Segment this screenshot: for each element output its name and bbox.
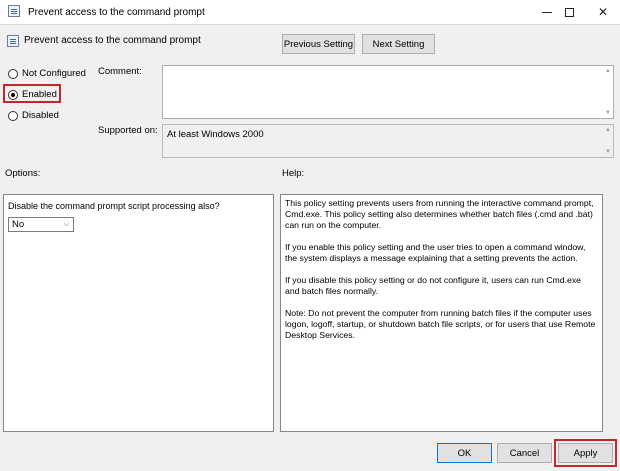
scroll-up-icon[interactable]: ▲	[605, 68, 611, 74]
help-label: Help:	[282, 168, 305, 179]
scroll-down-icon[interactable]: ▼	[605, 149, 611, 155]
supported-on-label: Supported on:	[98, 125, 158, 136]
not-configured-radio[interactable]: Not Configured	[8, 68, 86, 79]
window-title: Prevent access to the command prompt	[28, 7, 205, 18]
script-processing-select[interactable]: No ⌵	[8, 217, 74, 232]
ok-button[interactable]: OK	[437, 443, 492, 463]
radio-label: Enabled	[22, 89, 57, 100]
radio-label: Not Configured	[22, 68, 86, 79]
chevron-down-icon: ⌵	[63, 221, 69, 228]
scroll-down-icon[interactable]: ▼	[605, 110, 611, 116]
close-icon: ✕	[597, 5, 609, 19]
help-paragraph: If you disable this policy setting or do…	[285, 275, 582, 296]
help-paragraph: Note: Do not prevent the computer from r…	[285, 308, 596, 340]
minimize-icon	[542, 11, 552, 13]
radio-label: Disabled	[22, 110, 59, 121]
policy-icon	[8, 5, 20, 17]
enabled-radio[interactable]: Enabled	[8, 89, 57, 100]
setting-name: Prevent access to the command prompt	[24, 35, 201, 46]
comment-field[interactable]: ▲ ▼	[162, 65, 614, 119]
maximize-button[interactable]	[552, 0, 586, 24]
select-value: No	[12, 219, 25, 230]
options-label: Options:	[5, 168, 41, 179]
next-setting-button[interactable]: Next Setting	[362, 34, 435, 54]
title-bar: Prevent access to the command prompt ✕	[0, 0, 620, 25]
help-paragraph: This policy setting prevents users from …	[285, 198, 594, 230]
help-paragraph: If you enable this policy setting and th…	[285, 242, 586, 263]
comment-label: Comment:	[98, 66, 142, 77]
supported-on-field: At least Windows 2000 ▲ ▼	[162, 124, 614, 158]
radio-circle[interactable]	[8, 68, 18, 79]
policy-icon	[7, 35, 19, 47]
radio-circle[interactable]	[8, 89, 18, 100]
help-text: This policy setting prevents users from …	[285, 198, 597, 352]
maximize-icon	[564, 7, 574, 17]
close-button[interactable]: ✕	[586, 0, 620, 24]
scroll-up-icon[interactable]: ▲	[605, 127, 611, 133]
disabled-radio[interactable]: Disabled	[8, 110, 59, 121]
help-panel: This policy setting prevents users from …	[280, 194, 603, 432]
cancel-button[interactable]: Cancel	[497, 443, 552, 463]
options-panel: Disable the command prompt script proces…	[3, 194, 274, 432]
options-question: Disable the command prompt script proces…	[8, 201, 220, 211]
radio-circle[interactable]	[8, 110, 18, 121]
previous-setting-button[interactable]: Previous Setting	[282, 34, 355, 54]
supported-on-value: At least Windows 2000	[167, 129, 264, 140]
apply-button[interactable]: Apply	[558, 443, 613, 463]
